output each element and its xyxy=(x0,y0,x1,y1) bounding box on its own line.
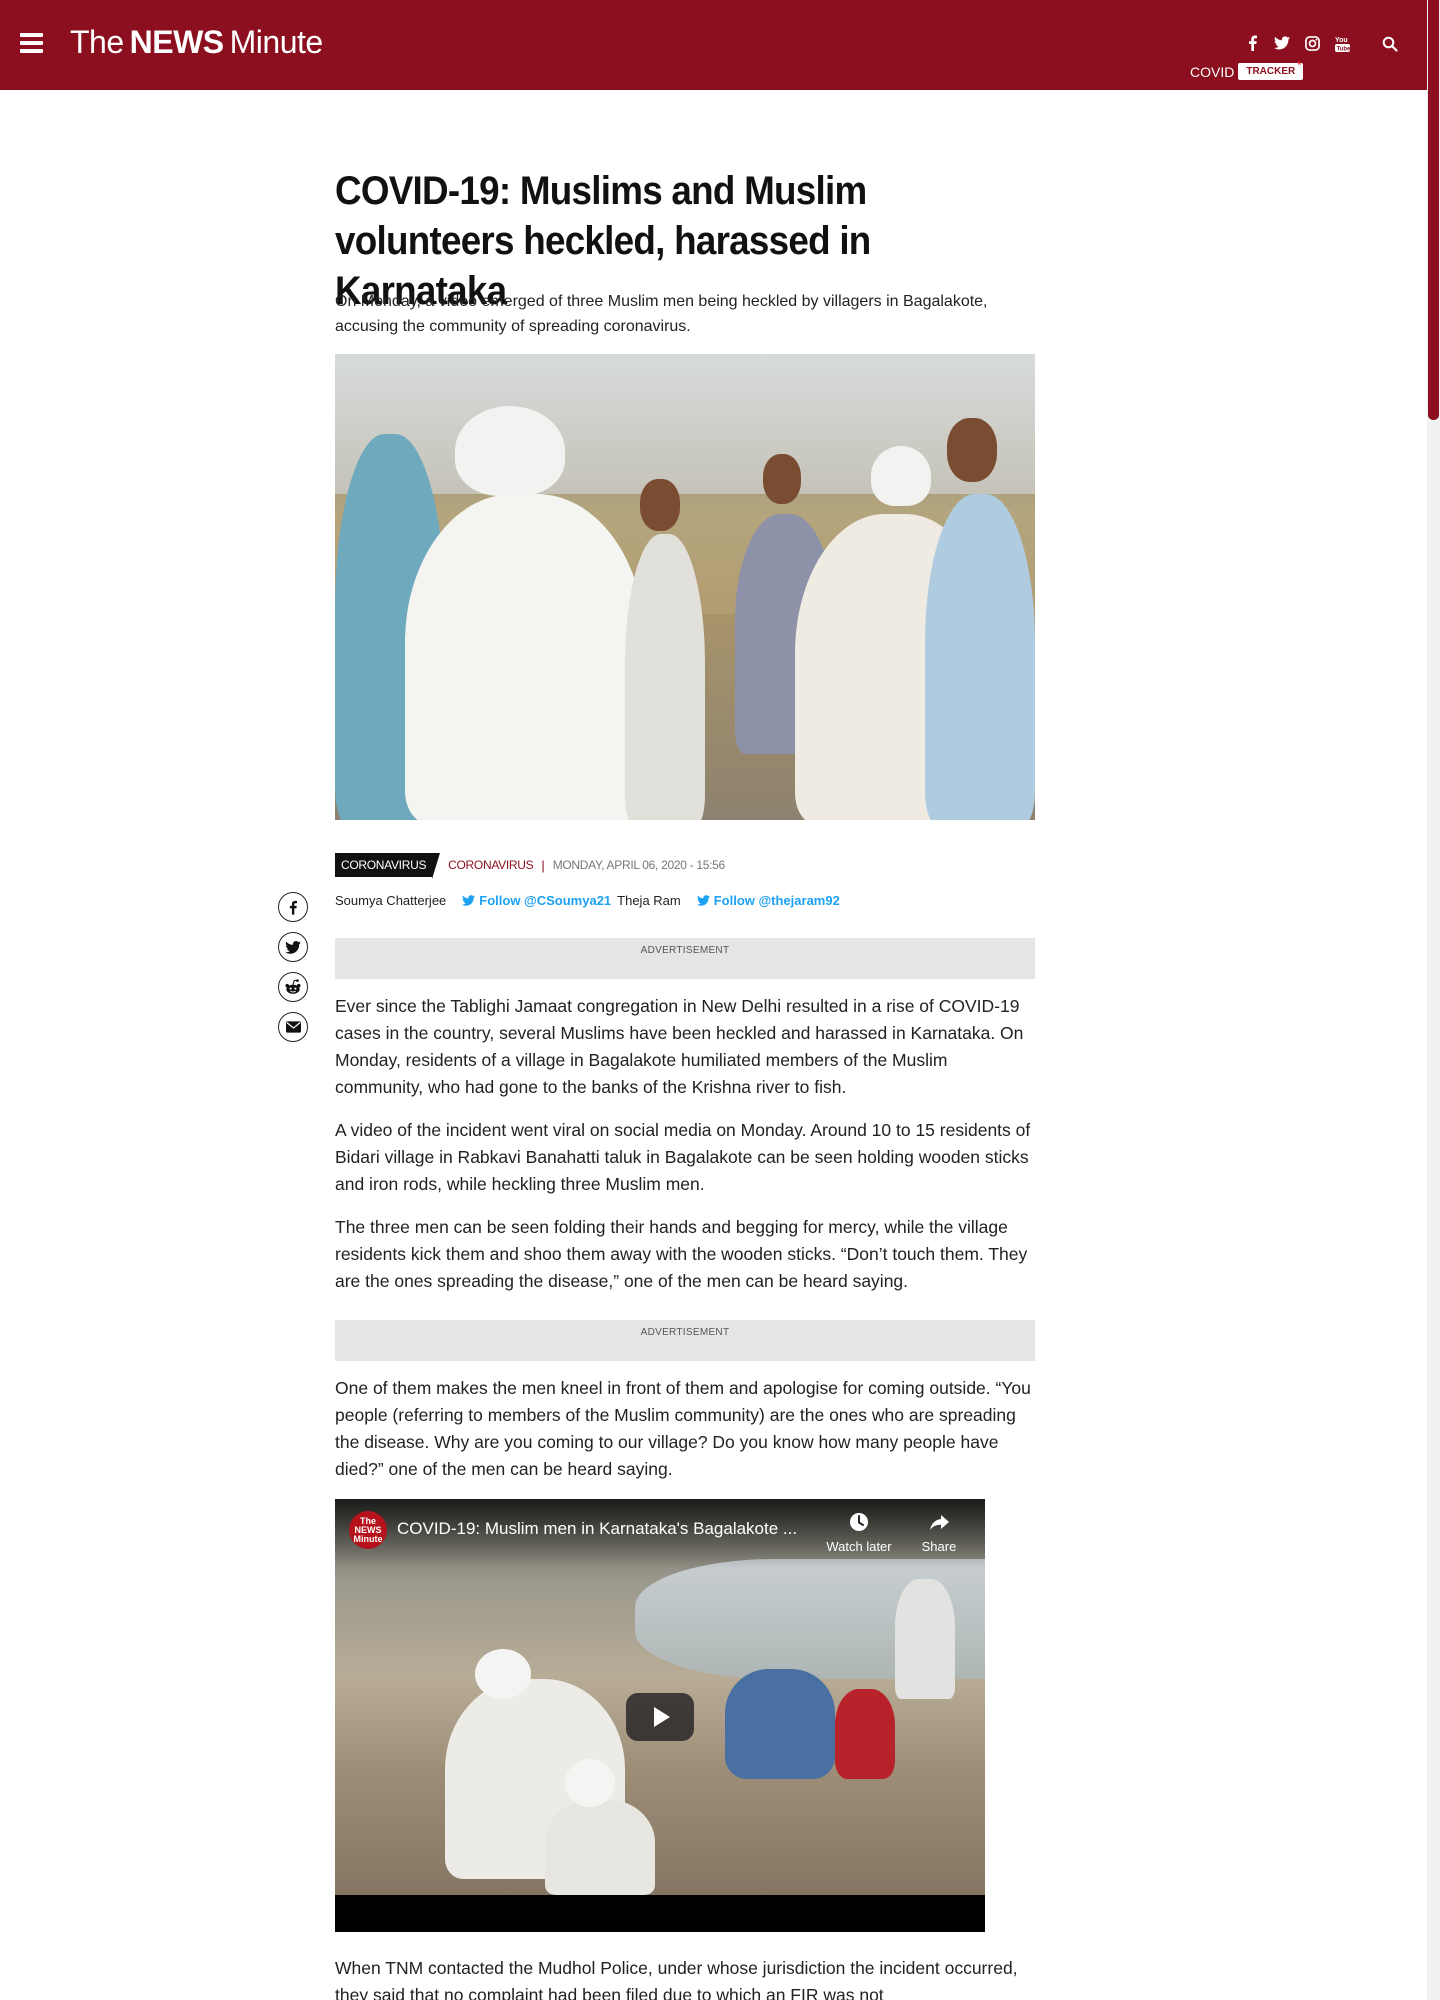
svg-text:Tube: Tube xyxy=(1336,46,1350,52)
meta-separator: | xyxy=(541,857,545,873)
article-meta: CORONAVIRUS CORONAVIRUS | MONDAY, APRIL … xyxy=(335,850,725,880)
channel-logo[interactable]: The NEWS Minute xyxy=(349,1511,387,1549)
site-header: The NEWS Minute You Tube COVID TRACKER xyxy=(0,0,1427,90)
article-paragraph: A video of the incident went viral on so… xyxy=(335,1120,1031,1194)
follow-author-button[interactable]: Follow @thejaram92 xyxy=(696,893,840,908)
clock-icon xyxy=(850,1513,868,1531)
watch-later-label: Watch later xyxy=(826,1539,892,1554)
video-title[interactable]: COVID-19: Muslim men in Karnataka's Baga… xyxy=(397,1519,807,1539)
follow-label: Follow @thejaram92 xyxy=(713,893,840,908)
logo-part-news: NEWS xyxy=(129,24,225,60)
advertisement-slot[interactable]: ADVERTISEMENT xyxy=(335,938,1035,979)
search-icon[interactable] xyxy=(1382,36,1398,52)
embedded-video-player[interactable]: The NEWS Minute COVID-19: Muslim men in … xyxy=(335,1499,985,1932)
publish-date: MONDAY, APRIL 06, 2020 - 15:56 xyxy=(552,858,726,872)
svg-text:You: You xyxy=(1335,37,1348,44)
facebook-icon[interactable] xyxy=(1244,34,1260,52)
section-tag[interactable]: CORONAVIRUS xyxy=(335,853,441,879)
twitter-icon xyxy=(462,895,476,906)
covid-label: COVID xyxy=(1190,63,1235,80)
scrollbar-thumb[interactable] xyxy=(1428,0,1439,420)
covid-tracker-link[interactable]: COVID TRACKER xyxy=(1190,60,1304,80)
social-links: You Tube xyxy=(1244,34,1350,52)
share-button[interactable]: Share xyxy=(899,1511,979,1554)
hero-image xyxy=(335,354,1035,820)
category-link[interactable]: CORONAVIRUS xyxy=(448,858,533,872)
share-email-icon[interactable] xyxy=(278,1012,308,1042)
author-name[interactable]: Soumya Chatterjee xyxy=(335,893,446,908)
twitter-icon[interactable] xyxy=(1274,34,1290,52)
follow-label: Follow @CSoumya21 xyxy=(479,893,612,908)
advertisement-slot[interactable]: ADVERTISEMENT xyxy=(335,1320,1035,1361)
author-name[interactable]: Theja Ram xyxy=(617,893,681,908)
logo-part-minute: Minute xyxy=(229,24,324,60)
article-summary: On Monday, a video emerged of three Musl… xyxy=(335,293,988,335)
logo-part-the: The xyxy=(70,24,124,60)
youtube-icon[interactable]: You Tube xyxy=(1334,34,1350,52)
watch-later-button[interactable]: Watch later xyxy=(819,1511,899,1554)
share-twitter-icon[interactable] xyxy=(278,932,308,962)
share-arrow-icon xyxy=(930,1515,949,1530)
follow-author-button[interactable]: Follow @CSoumya21 xyxy=(462,893,611,908)
site-logo[interactable]: The NEWS Minute xyxy=(70,24,323,61)
article-paragraph: When TNM contacted the Mudhol Police, un… xyxy=(335,1958,1018,2000)
instagram-icon[interactable] xyxy=(1304,34,1320,52)
authors-row: Soumya Chatterjee Follow @CSoumya21 Thej… xyxy=(335,893,840,908)
play-icon xyxy=(654,1707,670,1727)
hamburger-menu-icon[interactable] xyxy=(20,33,43,53)
article-paragraph: Ever since the Tablighi Jamaat congregat… xyxy=(335,996,1024,1097)
share-facebook-icon[interactable] xyxy=(278,892,308,922)
play-button[interactable] xyxy=(626,1693,694,1741)
tracker-badge: TRACKER xyxy=(1238,60,1304,80)
twitter-icon xyxy=(696,895,710,906)
article-paragraph: The three men can be seen folding their … xyxy=(335,1217,1028,1291)
article-paragraph: One of them makes the men kneel in front… xyxy=(335,1378,1031,1479)
share-sidebar xyxy=(278,892,308,1052)
share-label: Share xyxy=(921,1539,957,1554)
share-reddit-icon[interactable] xyxy=(278,972,308,1002)
